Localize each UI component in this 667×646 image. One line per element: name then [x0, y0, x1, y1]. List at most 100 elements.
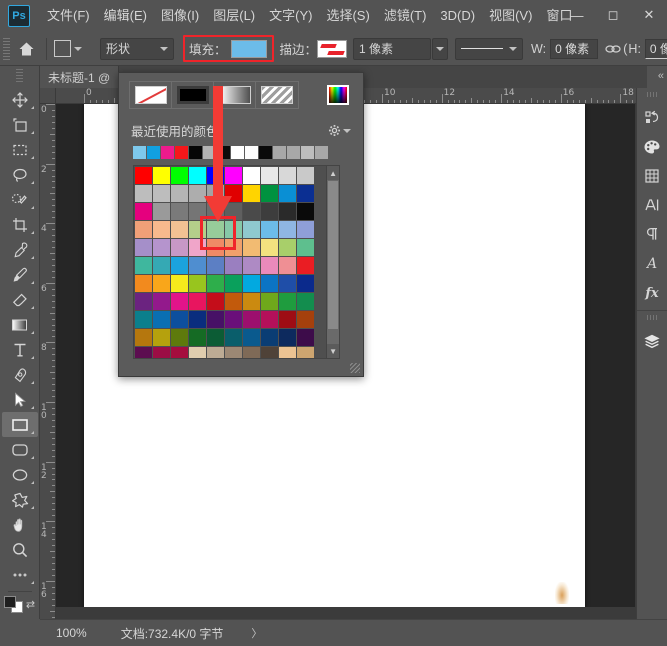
swatch[interactable] [225, 311, 242, 328]
swatch[interactable] [243, 329, 260, 346]
swatch[interactable] [297, 293, 314, 310]
swatch[interactable] [135, 293, 152, 310]
swatch[interactable] [189, 203, 206, 220]
swatch[interactable] [135, 221, 152, 238]
swatch[interactable] [153, 239, 170, 256]
recent-color-swatch[interactable] [217, 146, 230, 159]
height-input[interactable]: 0 像素 [645, 39, 667, 59]
stroke-style-dropdown[interactable] [455, 38, 523, 60]
tool-rectangle[interactable] [2, 412, 38, 437]
tool-eraser[interactable] [2, 287, 38, 312]
swatch[interactable] [297, 257, 314, 274]
recent-color-swatch[interactable] [175, 146, 188, 159]
swatch[interactable] [297, 167, 314, 184]
color-swatches[interactable]: ⇄ [0, 596, 39, 613]
tool-mode-dropdown[interactable]: 形状 [100, 38, 174, 60]
swatch[interactable] [261, 185, 278, 202]
swatch[interactable] [207, 185, 224, 202]
swatch[interactable] [243, 221, 260, 238]
swatch[interactable] [297, 329, 314, 346]
canvas-horizontal-scrollbar[interactable] [56, 607, 647, 619]
swatch-selected[interactable] [261, 221, 278, 238]
tool-type[interactable] [2, 337, 38, 362]
swatch[interactable] [261, 311, 278, 328]
swatch[interactable] [153, 221, 170, 238]
swatch[interactable] [243, 167, 260, 184]
swatch[interactable] [297, 275, 314, 292]
recent-color-swatch[interactable] [161, 146, 174, 159]
swatch[interactable] [171, 167, 188, 184]
swatch[interactable] [189, 329, 206, 346]
swatch[interactable] [225, 347, 242, 358]
menu-3d[interactable]: 3D(D) [433, 5, 482, 27]
swatch[interactable] [207, 293, 224, 310]
swatch[interactable] [135, 185, 152, 202]
tool-pen[interactable] [2, 362, 38, 387]
swatch[interactable] [261, 329, 278, 346]
swatch[interactable] [189, 257, 206, 274]
swatch[interactable] [261, 347, 278, 358]
swatch[interactable] [261, 293, 278, 310]
swatch[interactable] [261, 203, 278, 220]
swatch[interactable] [243, 311, 260, 328]
swatch-options-gear[interactable] [328, 124, 351, 137]
recent-color-swatch[interactable] [259, 146, 272, 159]
swatch[interactable] [279, 275, 296, 292]
options-bar-grip[interactable] [3, 38, 10, 60]
panel-properties[interactable] [637, 161, 667, 190]
swatch[interactable] [261, 239, 278, 256]
vertical-ruler[interactable]: 0246810121416 [40, 104, 56, 619]
swatch[interactable] [297, 203, 314, 220]
swatch[interactable] [225, 185, 242, 202]
swatch[interactable] [135, 239, 152, 256]
menu-file[interactable]: 文件(F) [40, 5, 97, 27]
swatch[interactable] [243, 293, 260, 310]
swatch[interactable] [225, 329, 242, 346]
panel-resize-grip[interactable] [350, 363, 360, 373]
panel-character[interactable] [637, 190, 667, 219]
menu-image[interactable]: 图像(I) [154, 5, 206, 27]
tool-path-selection[interactable] [2, 387, 38, 412]
swatch[interactable] [279, 311, 296, 328]
swatch[interactable] [297, 221, 314, 238]
recent-color-swatch[interactable] [273, 146, 286, 159]
recent-color-swatch[interactable] [287, 146, 300, 159]
swatch[interactable] [189, 293, 206, 310]
minimize-button[interactable]: — [559, 0, 595, 30]
fill-mode-pattern-button[interactable] [256, 82, 298, 108]
swatch[interactable] [171, 221, 188, 238]
swatch[interactable] [279, 185, 296, 202]
swatch[interactable] [153, 185, 170, 202]
swatch[interactable] [297, 239, 314, 256]
swatch[interactable] [207, 347, 224, 358]
tool-preset-picker[interactable] [54, 37, 98, 61]
tool-custom-shape[interactable] [2, 487, 38, 512]
swatch[interactable] [189, 185, 206, 202]
panel-character-styles[interactable]: A [637, 248, 667, 277]
tool-edit-toolbar[interactable] [2, 562, 38, 587]
fill-mode-none-button[interactable] [130, 82, 172, 108]
swatch[interactable] [207, 239, 224, 256]
swatch[interactable] [279, 347, 296, 358]
foreground-color-swatch[interactable] [4, 596, 16, 608]
tool-rounded-rectangle[interactable] [2, 437, 38, 462]
swatch[interactable] [135, 167, 152, 184]
swatch[interactable] [225, 167, 242, 184]
swatch[interactable] [279, 167, 296, 184]
panel-history[interactable] [637, 103, 667, 132]
fill-color-swatch[interactable] [231, 40, 267, 58]
tool-crop[interactable] [2, 212, 38, 237]
swatch[interactable] [243, 239, 260, 256]
recent-color-swatch[interactable] [147, 146, 160, 159]
swatch[interactable] [243, 203, 260, 220]
ruler-corner[interactable] [40, 88, 56, 104]
swatch[interactable] [207, 203, 224, 220]
tool-zoom[interactable] [2, 537, 38, 562]
swatch[interactable] [189, 239, 206, 256]
swatch[interactable] [135, 257, 152, 274]
swatch[interactable] [261, 167, 278, 184]
panel-group-grip[interactable] [647, 315, 658, 320]
swatch[interactable] [243, 185, 260, 202]
swatch[interactable] [261, 257, 278, 274]
stroke-width-dropdown[interactable]: 1 像素 [353, 38, 431, 60]
